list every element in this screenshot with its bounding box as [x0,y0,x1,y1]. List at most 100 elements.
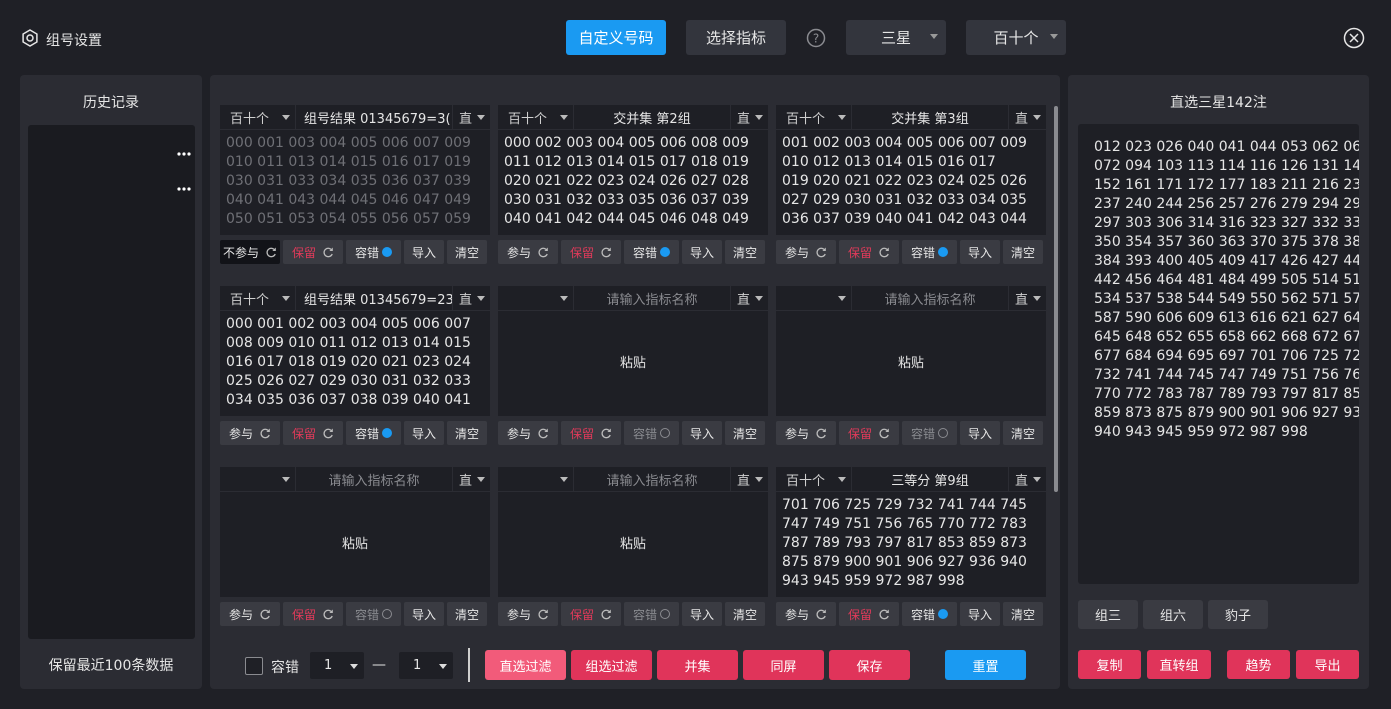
more-icon[interactable] [176,186,192,192]
help-icon[interactable]: ? [806,28,826,48]
tolerance-to-select[interactable]: 1 [399,652,453,679]
cell-mode-select[interactable]: 直 [1009,286,1046,310]
cell-numbers[interactable]: 000 001 002 003 004 005 006 007 008 009 … [220,311,490,416]
import-button[interactable]: 导入 [960,602,1000,626]
cell-numbers[interactable]: 001 002 003 004 005 006 007 009 010 012 … [776,130,1046,235]
tolerance-toggle[interactable]: 容错 [346,240,401,264]
cell-name-input[interactable]: 三等分 第9组 [852,467,1009,491]
cell-name-input[interactable]: 组号结果 01345679=23( [296,286,453,310]
paste-area[interactable]: 粘贴 [498,311,768,416]
join-toggle[interactable]: 参与 [776,240,836,264]
keep-toggle[interactable]: 保留 [839,240,899,264]
union-button[interactable]: 并集 [657,650,738,680]
clear-button[interactable]: 清空 [1003,421,1043,445]
join-toggle[interactable]: 参与 [220,602,280,626]
save-button[interactable]: 保存 [829,650,910,680]
cell-mode-select[interactable]: 直 [731,105,768,129]
cell-name-input[interactable]: 请输入指标名称 [574,467,731,491]
import-button[interactable]: 导入 [960,240,1000,264]
clear-button[interactable]: 清空 [447,240,487,264]
cell-mode-select[interactable]: 直 [453,105,490,129]
keep-toggle[interactable]: 保留 [283,421,343,445]
cell-position-select[interactable]: 百十个 [498,105,574,129]
cell-numbers[interactable]: 701 706 725 729 732 741 744 745 747 749 … [776,492,1046,597]
tolerance-toggle[interactable]: 容错 [346,602,401,626]
tolerance-from-select[interactable]: 1 [310,652,364,679]
import-button[interactable]: 导入 [960,421,1000,445]
grid-scrollbar[interactable] [1054,106,1058,492]
keep-toggle[interactable]: 保留 [561,421,621,445]
cell-name-input[interactable]: 组号结果 01345679=3( [296,105,453,129]
cell-name-input[interactable]: 请输入指标名称 [296,467,453,491]
clear-button[interactable]: 清空 [1003,602,1043,626]
cell-name-input[interactable]: 请输入指标名称 [852,286,1009,310]
cell-mode-select[interactable]: 直 [731,286,768,310]
import-button[interactable]: 导入 [682,240,722,264]
select-indicator-button[interactable]: 选择指标 [686,20,786,55]
cell-position-select[interactable] [498,467,574,491]
clear-button[interactable]: 清空 [1003,240,1043,264]
keep-toggle[interactable]: 保留 [283,240,343,264]
keep-toggle[interactable]: 保留 [839,421,899,445]
cell-mode-select[interactable]: 直 [1009,105,1046,129]
cell-position-select[interactable]: 百十个 [220,286,296,310]
clear-button[interactable]: 清空 [447,602,487,626]
tolerance-toggle[interactable]: 容错 [902,240,957,264]
tolerance-toggle[interactable]: 容错 [902,602,957,626]
cell-mode-select[interactable]: 直 [453,467,490,491]
import-button[interactable]: 导入 [404,240,444,264]
direct-filter-button[interactable]: 直选过滤 [485,650,566,680]
keep-toggle[interactable]: 保留 [561,240,621,264]
export-button[interactable]: 导出 [1296,650,1359,679]
cell-name-input[interactable]: 交并集 第2组 [574,105,731,129]
tolerance-toggle[interactable]: 容错 [902,421,957,445]
cell-name-input[interactable]: 请输入指标名称 [574,286,731,310]
tolerance-toggle[interactable]: 容错 [346,421,401,445]
import-button[interactable]: 导入 [682,602,722,626]
import-button[interactable]: 导入 [404,421,444,445]
clear-button[interactable]: 清空 [725,240,765,264]
join-toggle[interactable]: 不参与 [220,240,280,264]
join-toggle[interactable]: 参与 [498,602,558,626]
more-icon[interactable] [176,151,192,157]
join-toggle[interactable]: 参与 [498,240,558,264]
join-toggle[interactable]: 参与 [220,421,280,445]
clear-button[interactable]: 清空 [725,602,765,626]
cell-position-select[interactable] [776,286,852,310]
tolerance-toggle[interactable]: 容错 [624,421,679,445]
clear-button[interactable]: 清空 [447,421,487,445]
paste-area[interactable]: 粘贴 [776,311,1046,416]
group-filter-button[interactable]: 组选过滤 [571,650,652,680]
cell-mode-select[interactable]: 直 [1009,467,1046,491]
cell-mode-select[interactable]: 直 [453,286,490,310]
cell-numbers[interactable]: 000 002 003 004 005 006 008 009 011 012 … [498,130,768,235]
star-type-select[interactable]: 三星 [846,20,946,55]
keep-toggle[interactable]: 保留 [561,602,621,626]
clear-button[interactable]: 清空 [725,421,765,445]
direct-to-group-button[interactable]: 直转组 [1147,650,1211,679]
custom-number-button[interactable]: 自定义号码 [566,20,666,55]
paste-area[interactable]: 粘贴 [220,492,490,597]
reset-button[interactable]: 重置 [945,650,1026,680]
keep-toggle[interactable]: 保留 [839,602,899,626]
keep-toggle[interactable]: 保留 [283,602,343,626]
group-six-button[interactable]: 组六 [1143,600,1203,629]
join-toggle[interactable]: 参与 [498,421,558,445]
copy-button[interactable]: 复制 [1078,650,1141,679]
cell-mode-select[interactable]: 直 [731,467,768,491]
cell-position-select[interactable] [498,286,574,310]
tolerance-checkbox[interactable] [245,657,263,675]
trend-button[interactable]: 趋势 [1227,650,1290,679]
leopard-button[interactable]: 豹子 [1208,600,1268,629]
same-screen-button[interactable]: 同屏 [743,650,824,680]
cell-position-select[interactable]: 百十个 [220,105,296,129]
tolerance-toggle[interactable]: 容错 [624,240,679,264]
cell-position-select[interactable]: 百十个 [776,105,852,129]
close-icon[interactable] [1343,27,1365,49]
cell-numbers[interactable]: 000 001 003 004 005 006 007 009 010 011 … [220,130,490,235]
paste-area[interactable]: 粘贴 [498,492,768,597]
join-toggle[interactable]: 参与 [776,602,836,626]
join-toggle[interactable]: 参与 [776,421,836,445]
group-three-button[interactable]: 组三 [1078,600,1138,629]
import-button[interactable]: 导入 [404,602,444,626]
